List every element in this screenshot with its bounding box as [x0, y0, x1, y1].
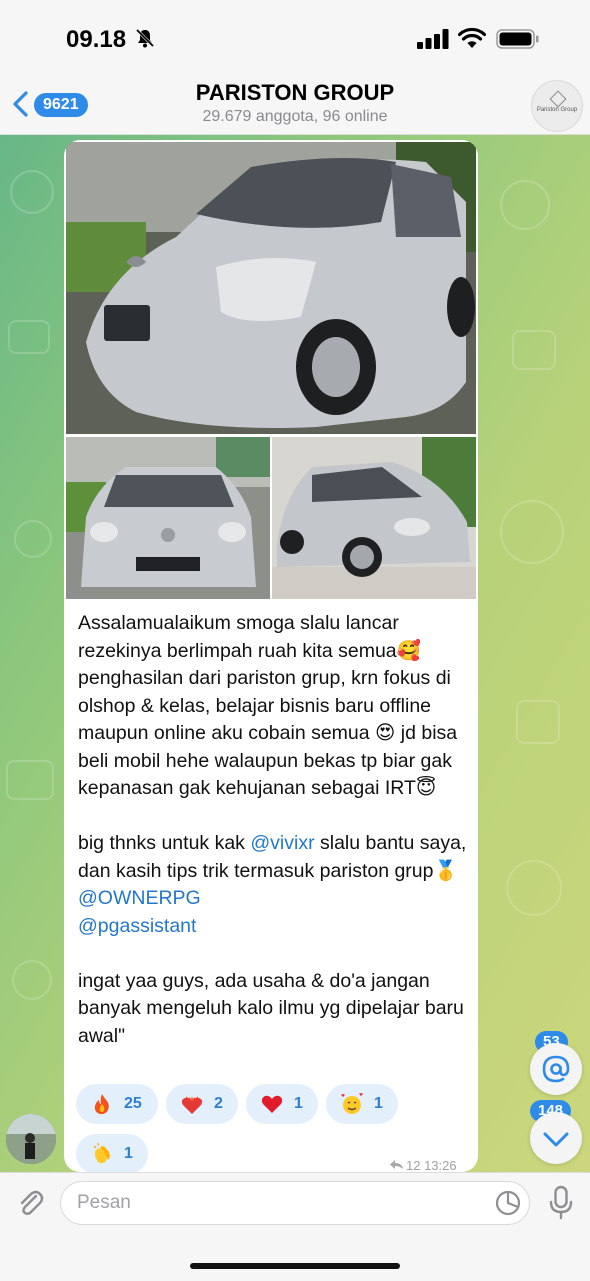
heart-on-fire-icon — [181, 1096, 203, 1114]
reaction-count: 1 — [124, 1145, 133, 1162]
wallpaper-doodle — [500, 180, 550, 230]
message-paragraph-3: ingat yaa guys, ada usaha & do'a jangan … — [78, 969, 470, 1047]
message-paragraph-1: Assalamualaikum smoga slalu lancar rezek… — [78, 612, 463, 799]
clapping-hands-icon — [93, 1142, 110, 1164]
sender-avatar[interactable] — [6, 1114, 56, 1164]
wallpaper-doodle — [512, 330, 556, 370]
reaction-count: 2 — [214, 1095, 223, 1112]
reaction-smiling-hearts[interactable]: 1 — [326, 1084, 398, 1124]
sticker-icon[interactable] — [494, 1189, 522, 1217]
chat-title[interactable]: PARISTON GROUP — [0, 80, 590, 106]
mention-ownerpg[interactable]: @OWNERPG — [78, 887, 201, 909]
home-indicator — [190, 1263, 400, 1269]
wifi-icon — [458, 27, 486, 48]
wallpaper-doodle — [516, 700, 560, 744]
fire-icon — [94, 1094, 109, 1115]
car-photo-main-image — [66, 142, 476, 434]
battery-icon — [496, 29, 539, 49]
paperclip-icon[interactable] — [14, 1187, 46, 1219]
sender-avatar-image — [6, 1114, 56, 1164]
status-bar: 09.18 — [0, 0, 590, 72]
chevron-down-icon — [543, 1132, 569, 1147]
red-heart-icon — [261, 1095, 283, 1113]
reaction-heart-on-fire[interactable]: 2 — [166, 1084, 238, 1124]
reaction-count: 1 — [294, 1095, 303, 1112]
wallpaper-doodle — [14, 520, 52, 558]
chat-header: 9621 PARISTON GROUP 29.679 anggota, 96 o… — [0, 72, 590, 135]
mention-vivixr[interactable]: @vivixr — [250, 832, 314, 854]
microphone-icon[interactable] — [548, 1185, 574, 1221]
car-photo-front[interactable] — [66, 437, 270, 599]
wallpaper-doodle — [6, 760, 54, 800]
message-timestamp: 12 13:26 — [406, 1158, 457, 1172]
group-avatar[interactable]: Pariston Group — [531, 80, 583, 132]
mention-pgassistant[interactable]: @pgassistant — [78, 915, 196, 937]
wallpaper-doodle — [12, 960, 52, 1000]
scroll-down-button[interactable] — [530, 1112, 582, 1164]
reaction-fire[interactable]: 25 — [76, 1084, 158, 1124]
message-meta: 12 13:26 — [386, 1158, 457, 1172]
reaction-clap[interactable]: 1 — [76, 1134, 148, 1172]
mentions-button[interactable] — [530, 1043, 582, 1095]
message-paragraph-2: big thnks untuk kak @vivixr slalu bantu … — [78, 832, 472, 937]
chat-member-count: 29.679 anggota, 96 online — [202, 108, 388, 125]
clock: 09.18 — [66, 26, 127, 53]
message-input[interactable] — [60, 1181, 530, 1225]
group-logo-mark — [549, 90, 567, 108]
car-photo-side[interactable] — [272, 437, 476, 599]
group-logo-text: Pariston Group — [536, 107, 578, 113]
wallpaper-doodle — [506, 860, 562, 916]
reaction-count: 1 — [374, 1095, 383, 1112]
message-text: Assalamualaikum smoga slalu lancar rezek… — [78, 610, 468, 1050]
reaction-red-heart[interactable]: 1 — [246, 1084, 318, 1124]
wallpaper-doodle — [500, 500, 564, 564]
smiling-face-with-hearts-icon — [341, 1093, 363, 1114]
at-sign-icon — [542, 1055, 570, 1083]
reaction-count: 25 — [124, 1095, 142, 1112]
car-photo-side-image — [272, 437, 476, 599]
message-bubble[interactable]: Assalamualaikum smoga slalu lancar rezek… — [64, 140, 478, 1172]
car-photo-main[interactable] — [66, 142, 476, 434]
wallpaper-doodle — [8, 320, 50, 354]
cellular-signal-icon — [417, 29, 449, 49]
car-photo-front-image — [66, 437, 270, 599]
wallpaper-doodle — [10, 170, 54, 214]
message-p2-start: big thnks untuk kak — [78, 832, 251, 854]
bell-off-icon — [135, 28, 155, 48]
